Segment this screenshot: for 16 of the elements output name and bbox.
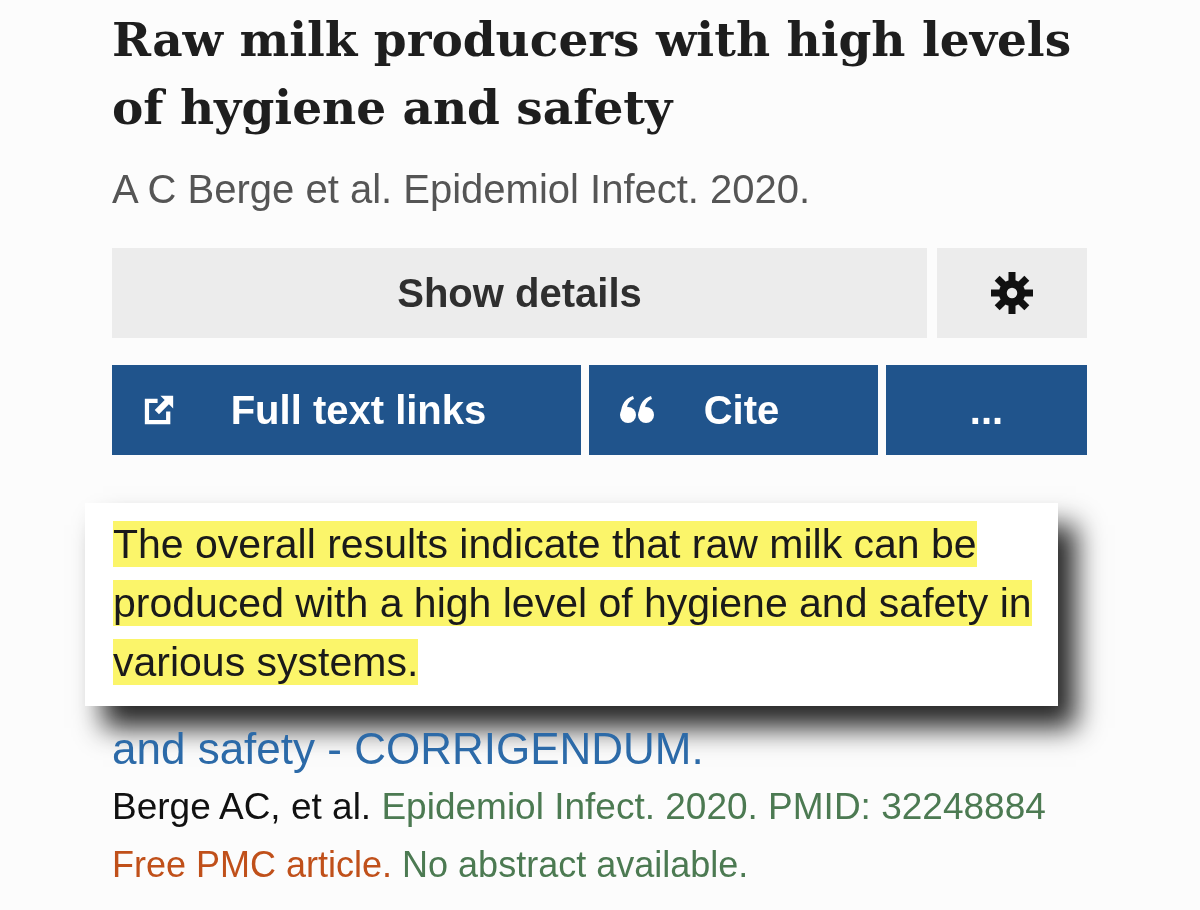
abstract-note: No abstract available. (402, 844, 749, 885)
cite-button[interactable]: Cite (589, 365, 878, 455)
show-details-button[interactable]: Show details (112, 248, 927, 338)
gear-icon (991, 272, 1033, 314)
settings-button[interactable] (937, 248, 1087, 338)
highlighted-quote: The overall results indicate that raw milk can be produced with a high level of hygiene and safety in various systems. (113, 520, 1033, 687)
full-text-links-button[interactable]: Full text links (112, 365, 581, 455)
article-title: Raw milk producers with high levels of hygiene and safety (112, 11, 1073, 137)
more-button[interactable]: ... (886, 365, 1087, 455)
related-article-source: Epidemiol Infect. 2020. PMID: 32248884 (381, 786, 1046, 827)
related-article-title-link[interactable]: and safety - CORRIGENDUM. (112, 724, 704, 774)
external-link-icon (142, 393, 176, 427)
quote-icon (619, 396, 655, 424)
related-article-authors: Berge AC, et al. (112, 786, 372, 827)
article-citation: A C Berge et al. Epidemiol Infect. 2020. (112, 166, 811, 212)
free-pmc-article-link[interactable]: Free PMC article. (112, 844, 393, 885)
